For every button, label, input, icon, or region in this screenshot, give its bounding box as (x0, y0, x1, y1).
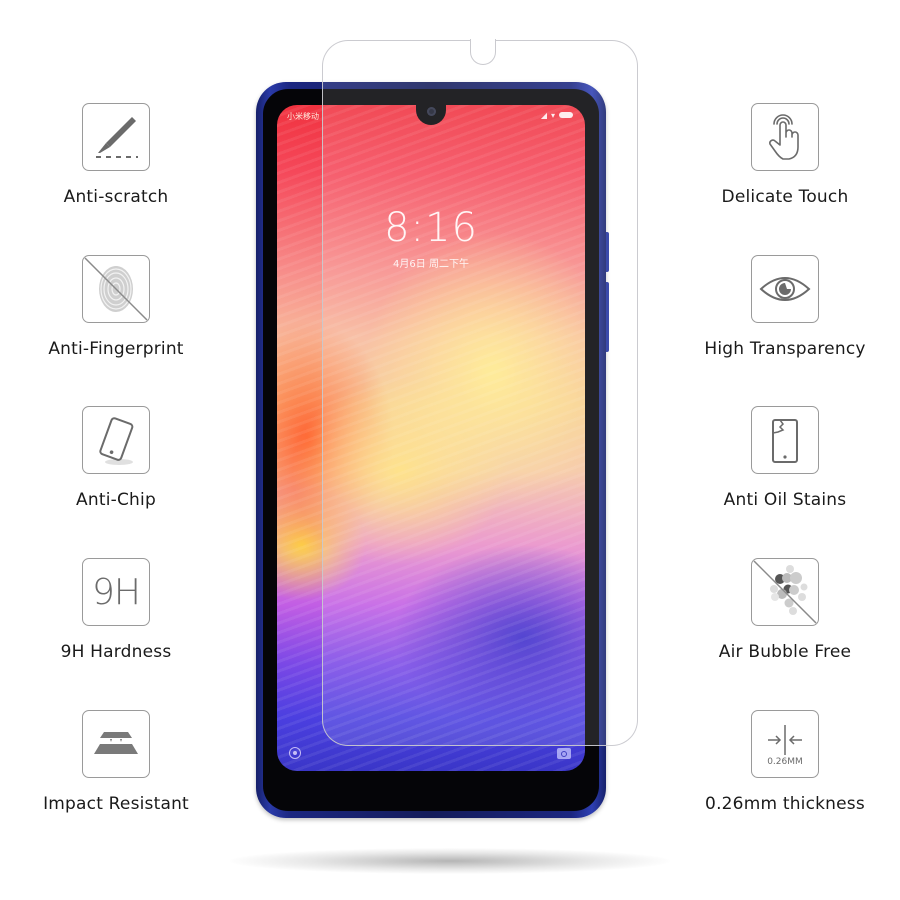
feature-delicate-touch: Delicate Touch (685, 103, 885, 207)
feature-impact-resistant: Impact Resistant (16, 710, 216, 814)
feature-anti-chip: Anti-Chip (16, 406, 216, 510)
feature-label: 0.26mm thickness (705, 794, 865, 814)
camera-shortcut-icon (557, 748, 571, 759)
feature-label: Air Bubble Free (718, 642, 852, 662)
layers-icon (82, 710, 150, 778)
cracked-phone-icon (751, 406, 819, 474)
feature-anti-oil-stains: Anti Oil Stains (685, 406, 885, 510)
protector-notch (470, 39, 496, 65)
bubbles-crossed-icon (751, 558, 819, 626)
9h-icon: 9H (82, 558, 150, 626)
feature-label: Anti-Fingerprint (48, 339, 184, 359)
screen-protector (322, 39, 638, 746)
feature-label: High Transparency (704, 339, 866, 359)
eye-icon (751, 255, 819, 323)
carrier-label: 小米移动 (287, 112, 319, 121)
feature-label: Anti Oil Stains (723, 490, 847, 510)
scalpel-icon (82, 103, 150, 171)
touch-hand-icon (751, 103, 819, 171)
tilted-phone-icon (82, 406, 150, 474)
feature-air-bubble-free: Air Bubble Free (685, 558, 885, 662)
fingerprint-crossed-icon (82, 255, 150, 323)
phone-shadow (230, 848, 670, 874)
feature-label: Anti-scratch (63, 187, 169, 207)
feature-9h-hardness: 9H 9H Hardness (16, 558, 216, 662)
feature-anti-scratch: Anti-scratch (16, 103, 216, 207)
feature-label: Impact Resistant (43, 794, 189, 814)
feature-high-transparency: High Transparency (685, 255, 885, 359)
feature-label: 9H Hardness (60, 642, 172, 662)
feature-thickness: 0.26MM 0.26mm thickness (685, 710, 885, 814)
feature-label: Anti-Chip (76, 490, 156, 510)
9h-text: 9H (92, 571, 141, 613)
feature-anti-fingerprint: Anti-Fingerprint (16, 255, 216, 359)
feature-label: Delicate Touch (721, 187, 849, 207)
assistant-icon (289, 747, 301, 759)
thickness-text: 0.26MM (767, 757, 803, 767)
thickness-arrows-icon: 0.26MM (751, 710, 819, 778)
